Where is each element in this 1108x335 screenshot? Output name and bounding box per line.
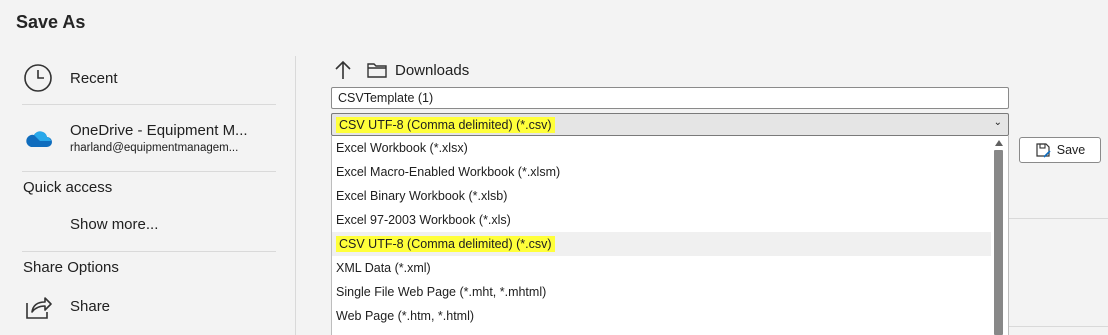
current-folder[interactable]: Downloads [395,62,469,79]
file-type-option[interactable]: Excel 97-2003 Workbook (*.xls) [332,208,991,232]
clock-icon [22,62,54,94]
dropdown-scrollbar[interactable] [993,136,1006,335]
nav-item-onedrive[interactable]: OneDrive - Equipment M... rharland@equip… [22,122,248,154]
scrollbar-thumb[interactable] [994,150,1003,335]
breadcrumb: Downloads [334,60,469,80]
quick-access-heading: Quick access [23,179,113,196]
save-button-label: Save [1056,143,1086,157]
divider [22,104,276,105]
save-icon [1035,142,1051,158]
file-type-select[interactable]: CSV UTF-8 (Comma delimited) (*.csv) ⌄ [331,113,1009,136]
file-type-option[interactable]: Single File Web Page (*.mht, *.mhtml) [332,280,991,304]
onedrive-title: OneDrive - Equipment M... [70,122,248,139]
scroll-up-arrow-icon[interactable] [995,140,1003,146]
save-button[interactable]: Save [1019,137,1101,163]
file-type-dropdown: Excel Workbook (*.xlsx) Excel Macro-Enab… [331,136,1009,335]
nav-label-share: Share [70,297,111,315]
show-more-link[interactable]: Show more... [70,216,158,233]
pane-separator [295,56,296,335]
file-type-option[interactable]: XML Data (*.xml) [332,256,991,280]
nav-item-share[interactable]: Share [22,290,110,322]
nav-item-recent[interactable]: Recent [22,62,118,94]
file-type-option[interactable]: Excel Binary Workbook (*.xlsb) [332,184,991,208]
file-type-option[interactable]: Web Page (*.htm, *.html) [332,304,991,328]
chevron-down-icon: ⌄ [993,117,1002,128]
page-title: Save As [16,12,86,32]
file-type-selected: CSV UTF-8 (Comma delimited) (*.csv) [336,116,555,133]
divider [22,171,276,172]
nav-label-recent: Recent [70,69,118,87]
left-nav: Recent OneDrive - Equipment M... rharlan… [0,50,296,335]
filename-input[interactable] [331,87,1009,109]
file-type-option-selected[interactable]: CSV UTF-8 (Comma delimited) (*.csv) [332,232,991,256]
up-arrow-icon[interactable] [334,60,352,80]
divider [1009,218,1108,219]
folder-icon [367,62,387,78]
show-more-label: Show more... [70,216,159,233]
file-type-option[interactable]: Excel Workbook (*.xlsx) [332,136,991,160]
cloud-icon [22,122,54,154]
file-type-option[interactable]: Excel Macro-Enabled Workbook (*.xlsm) [332,160,991,184]
divider [22,251,276,252]
onedrive-account: rharland@equipmentmanagem... [70,142,239,154]
share-icon [22,290,54,322]
divider [1009,326,1108,327]
share-options-heading: Share Options [23,259,119,276]
